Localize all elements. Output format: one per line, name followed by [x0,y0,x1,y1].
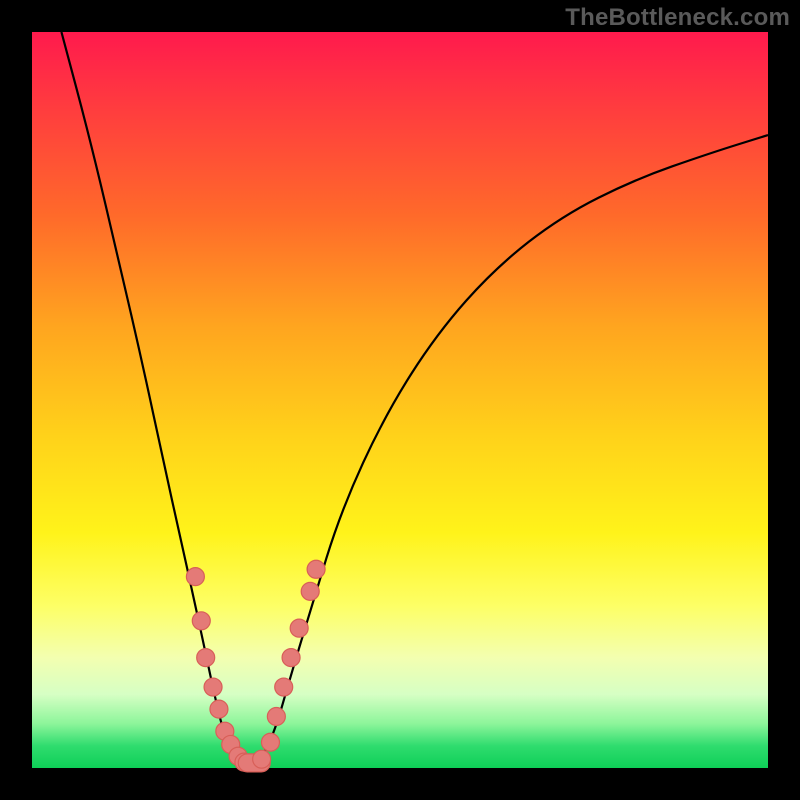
marker-dot-left-cluster-0 [186,568,204,586]
marker-dot-left-cluster-1 [192,612,210,630]
marker-dot-right-cluster-6 [307,560,325,578]
marker-dot-right-cluster-3 [282,649,300,667]
chart-frame: TheBottleneck.com [0,0,800,800]
plot-area [32,32,768,768]
marker-dot-right-cluster-0 [261,733,279,751]
marker-dot-left-cluster-2 [197,649,215,667]
marker-dot-right-cluster-1 [267,707,285,725]
marker-dot-right-cluster-2 [275,678,293,696]
marker-dot-right-cluster-5 [301,582,319,600]
marker-dot-left-cluster-4 [210,700,228,718]
marker-dot-right-cluster-4 [290,619,308,637]
watermark-text: TheBottleneck.com [565,4,790,32]
curve-layer [32,32,768,768]
curve-right-arm [260,135,768,761]
marker-dot-bottom-cluster-2 [253,750,271,768]
marker-dot-left-cluster-3 [204,678,222,696]
